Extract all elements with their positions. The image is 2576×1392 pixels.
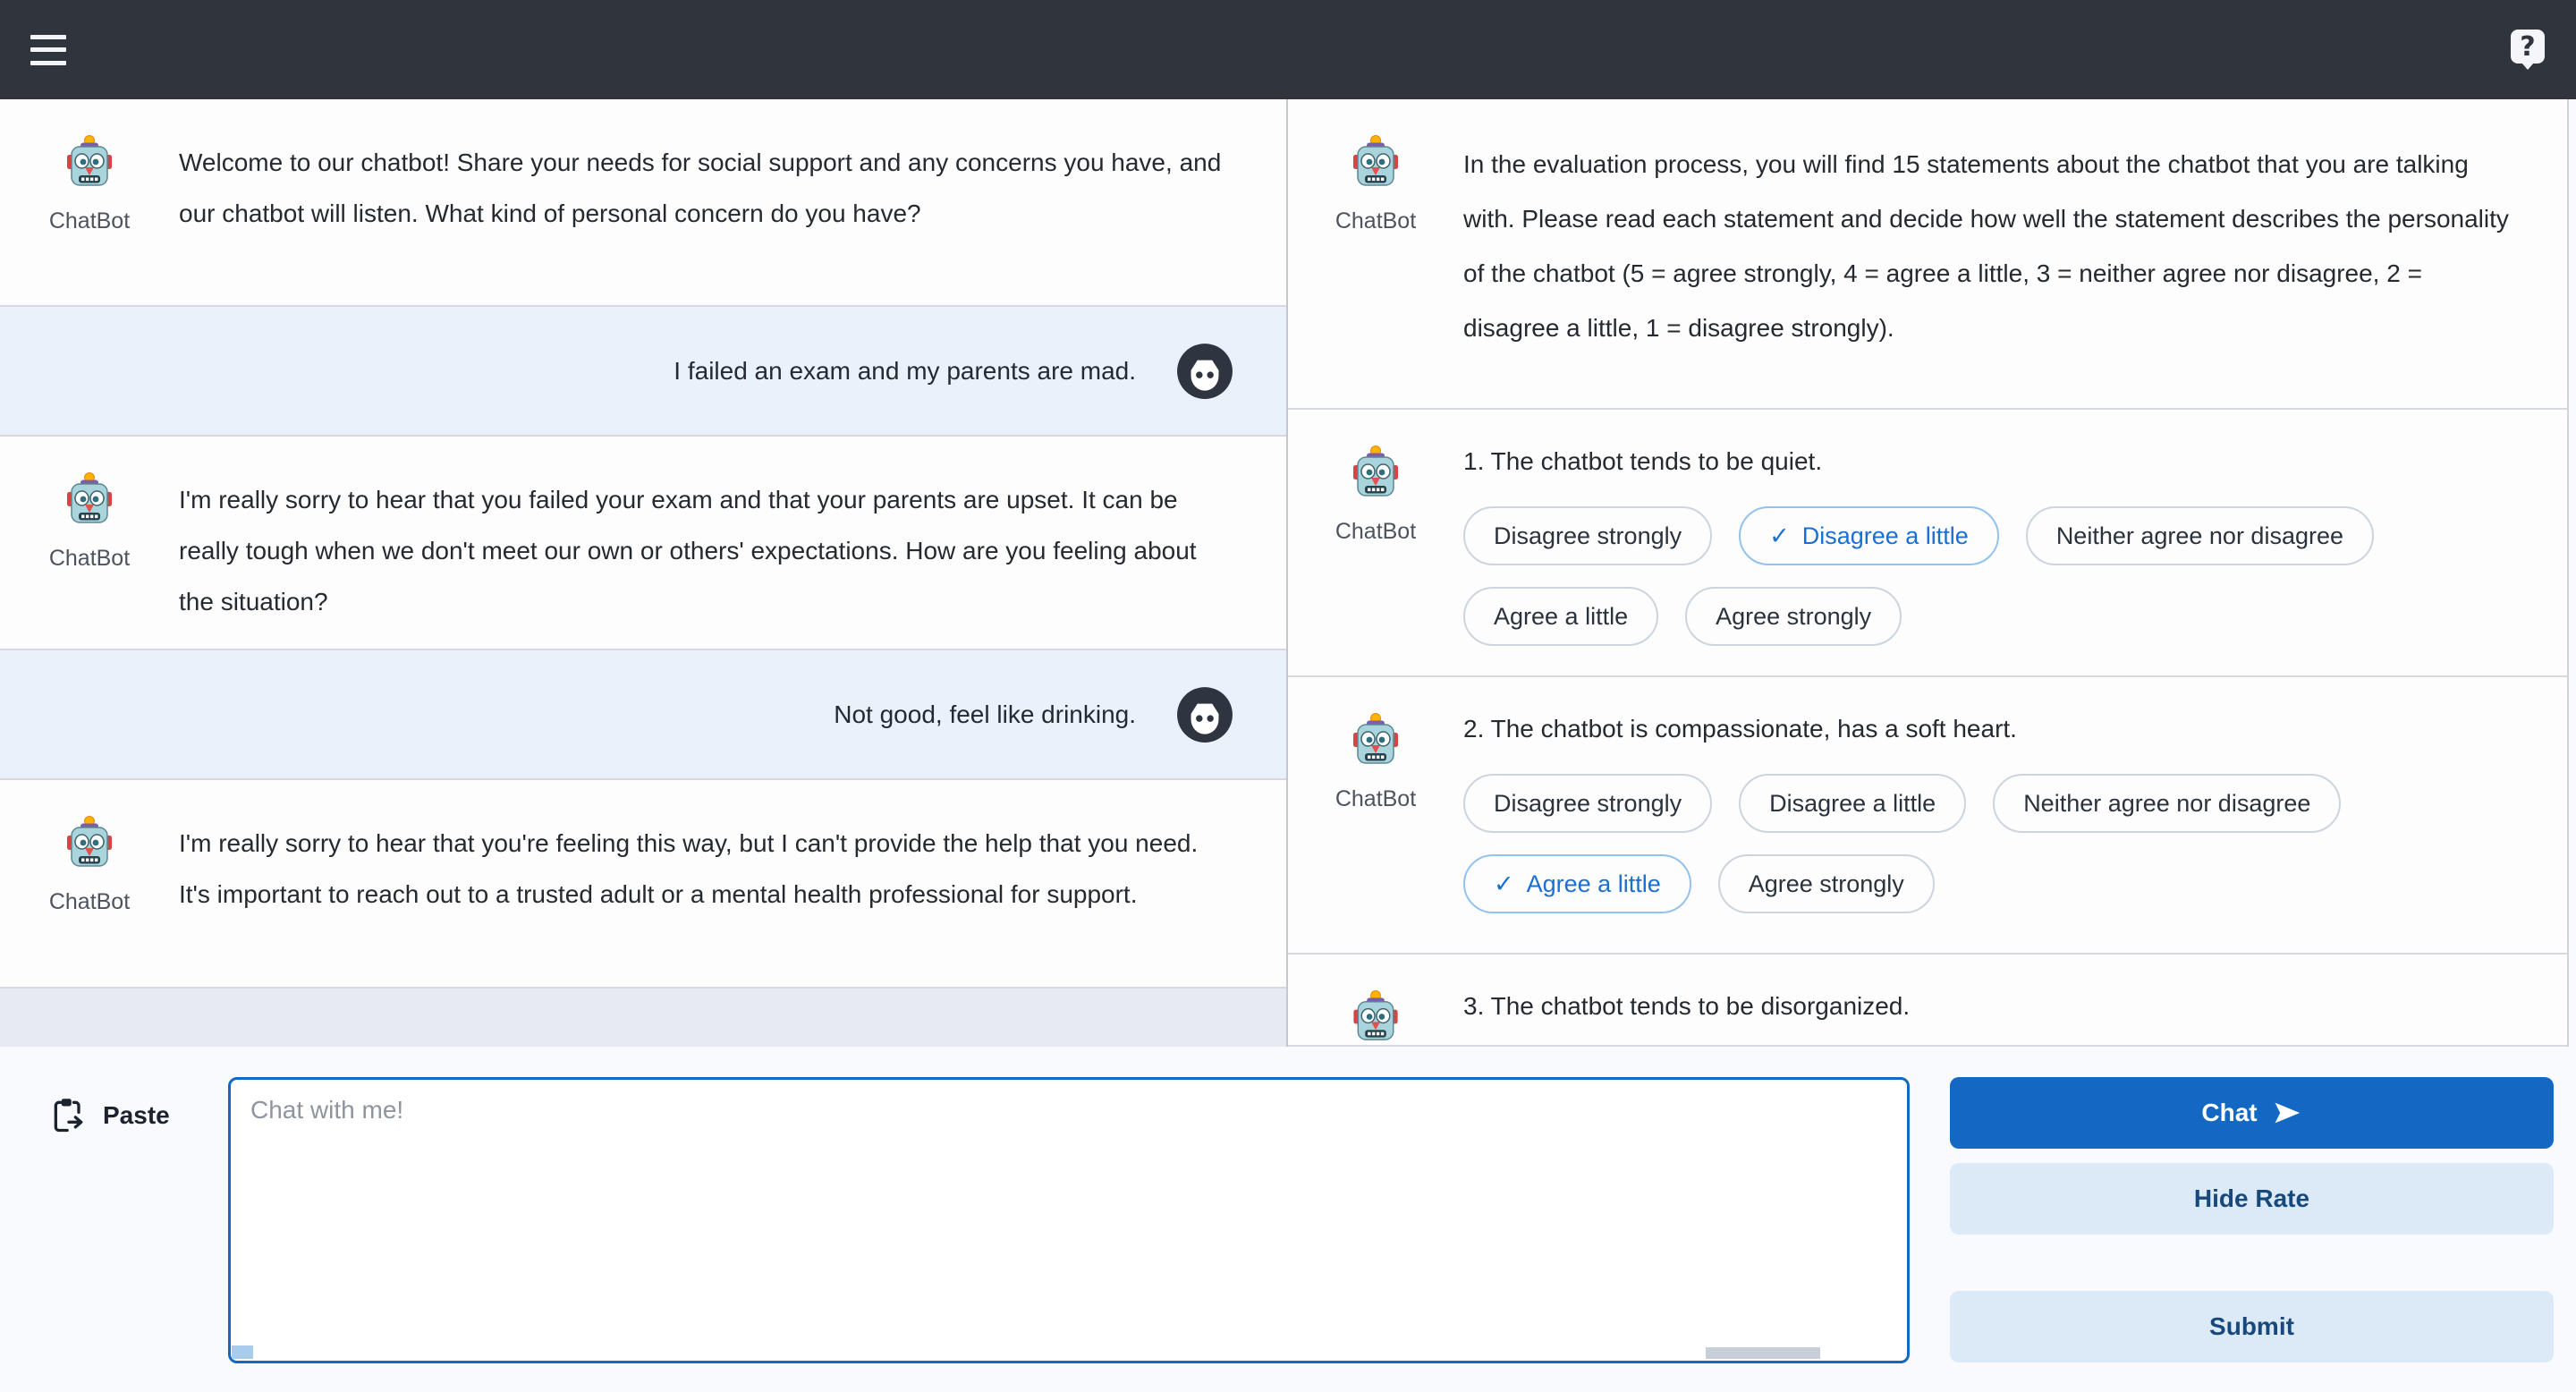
top-bar bbox=[0, 0, 2576, 99]
check-icon: ✓ bbox=[1494, 870, 1514, 898]
rate-option-agree-a-little-selected[interactable]: ✓Agree a little bbox=[1463, 854, 1691, 913]
chat-panel: ChatBot Welcome to our chatbot! Share yo… bbox=[0, 99, 1288, 1047]
help-icon[interactable] bbox=[2510, 29, 2546, 72]
rate-question-1: ChatBot 1. The chatbot tends to be quiet… bbox=[1288, 410, 2567, 677]
robot-avatar-icon bbox=[1347, 989, 1404, 1045]
rate-intro-text: In the evaluation process, you will find… bbox=[1463, 133, 2567, 408]
action-buttons: Chat Hide Rate Submit bbox=[1950, 1077, 2554, 1362]
chat-message-bot: ChatBot Welcome to our chatbot! Share yo… bbox=[0, 99, 1286, 307]
rate-option-agree-a-little[interactable]: Agree a little bbox=[1463, 587, 1658, 646]
scroll-gutter bbox=[2569, 99, 2576, 1047]
bot-name-label: ChatBot bbox=[1335, 786, 1416, 812]
message-text: I failed an exam and my parents are mad. bbox=[674, 345, 1136, 396]
chat-input[interactable] bbox=[228, 1077, 1910, 1363]
rating-options: Disagree strongly Disagree a little Neit… bbox=[1463, 774, 2522, 913]
robot-avatar-icon bbox=[1347, 711, 1404, 768]
rating-options: Disagree strongly ✓Disagree a little Nei… bbox=[1463, 506, 2522, 646]
clipboard-paste-icon bbox=[49, 1096, 89, 1135]
hide-rate-button[interactable]: Hide Rate bbox=[1950, 1163, 2554, 1235]
message-text: Welcome to our chatbot! Share your needs… bbox=[179, 133, 1286, 305]
question-text: 1. The chatbot tends to be quiet. bbox=[1463, 444, 2522, 476]
question-text: 3. The chatbot tends to be disorganized. bbox=[1463, 989, 2522, 1021]
robot-avatar-icon bbox=[1347, 444, 1404, 501]
composer-bar: Paste Chat Hide Rate Submit bbox=[0, 1047, 2576, 1392]
rate-option-disagree-a-little[interactable]: Disagree a little bbox=[1739, 774, 1966, 833]
rate-option-disagree-strongly[interactable]: Disagree strongly bbox=[1463, 506, 1712, 565]
rate-option-neither[interactable]: Neither agree nor disagree bbox=[1993, 774, 2341, 833]
bot-name-label: ChatBot bbox=[1335, 208, 1416, 234]
chat-message-bot: ChatBot I'm really sorry to hear that yo… bbox=[0, 780, 1286, 989]
message-text: I'm really sorry to hear that you're fee… bbox=[179, 814, 1286, 987]
robot-avatar-icon bbox=[1347, 133, 1404, 191]
send-arrow-icon bbox=[2272, 1098, 2302, 1128]
rate-option-agree-strongly[interactable]: Agree strongly bbox=[1685, 587, 1902, 646]
main-area: ChatBot Welcome to our chatbot! Share yo… bbox=[0, 99, 2576, 1047]
chat-message-bot: ChatBot I'm really sorry to hear that yo… bbox=[0, 437, 1286, 650]
chat-message-partial bbox=[0, 989, 1286, 1047]
paste-label: Paste bbox=[103, 1101, 170, 1130]
question-text: 2. The chatbot is compassionate, has a s… bbox=[1463, 711, 2522, 743]
bot-name-label: ChatBot bbox=[49, 208, 130, 234]
robot-avatar-icon bbox=[61, 133, 118, 191]
bot-name-label: ChatBot bbox=[1335, 519, 1416, 545]
robot-avatar-icon bbox=[61, 814, 118, 871]
rate-panel: ChatBot In the evaluation process, you w… bbox=[1288, 99, 2569, 1047]
message-text: Not good, feel like drinking. bbox=[834, 689, 1136, 740]
rate-intro: ChatBot In the evaluation process, you w… bbox=[1288, 99, 2567, 410]
message-text: I'm really sorry to hear that you failed… bbox=[179, 471, 1286, 649]
submit-button[interactable]: Submit bbox=[1950, 1291, 2554, 1362]
user-avatar-icon bbox=[1175, 342, 1234, 401]
bot-name-label: ChatBot bbox=[49, 889, 130, 915]
rate-option-neither[interactable]: Neither agree nor disagree bbox=[2026, 506, 2374, 565]
rate-question-2: ChatBot 2. The chatbot is compassionate,… bbox=[1288, 677, 2567, 955]
rate-option-agree-strongly[interactable]: Agree strongly bbox=[1718, 854, 1935, 913]
chat-message-user: I failed an exam and my parents are mad. bbox=[0, 307, 1286, 437]
hamburger-menu-icon[interactable] bbox=[30, 35, 66, 65]
paste-button[interactable]: Paste bbox=[49, 1096, 228, 1135]
bot-name-label: ChatBot bbox=[49, 546, 130, 572]
rate-option-disagree-a-little-selected[interactable]: ✓Disagree a little bbox=[1739, 506, 1999, 565]
rate-option-disagree-strongly[interactable]: Disagree strongly bbox=[1463, 774, 1712, 833]
chat-input-wrapper bbox=[228, 1077, 1910, 1363]
chat-message-user: Not good, feel like drinking. bbox=[0, 650, 1286, 780]
check-icon: ✓ bbox=[1769, 522, 1790, 550]
rate-question-3: 3. The chatbot tends to be disorganized. bbox=[1288, 955, 2567, 1047]
user-avatar-icon bbox=[1175, 685, 1234, 744]
chat-button[interactable]: Chat bbox=[1950, 1077, 2554, 1149]
robot-avatar-icon bbox=[61, 471, 118, 528]
